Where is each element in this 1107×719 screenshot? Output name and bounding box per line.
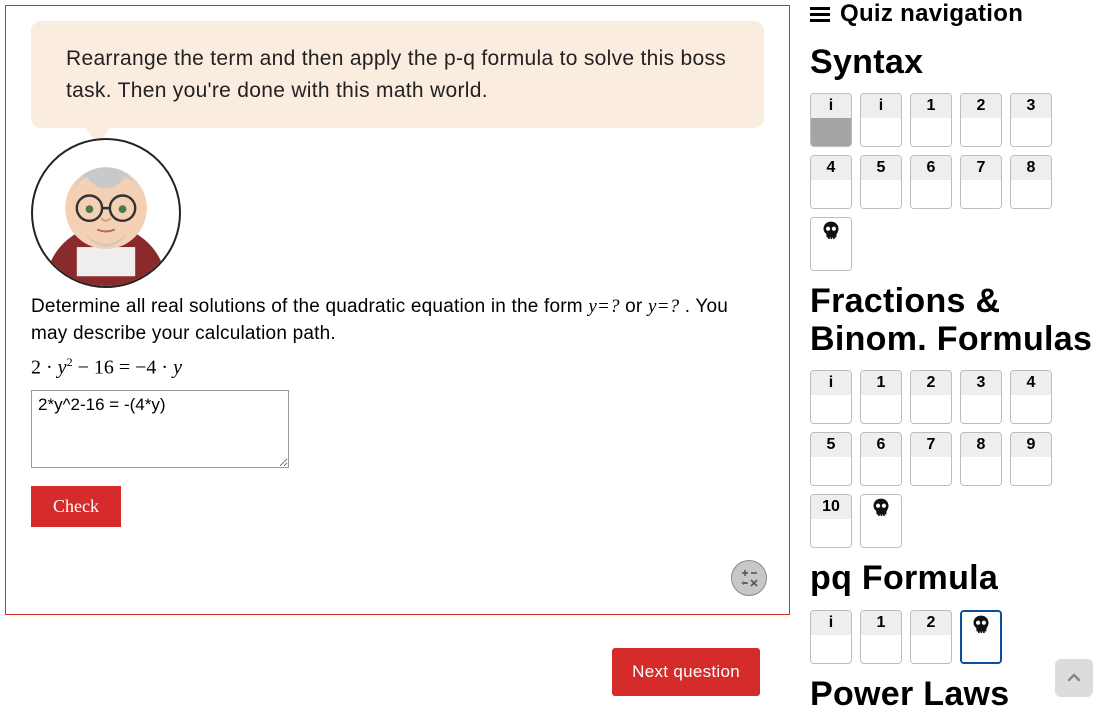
tile-label: 3 — [961, 371, 1001, 395]
chevron-up-icon — [1066, 670, 1082, 686]
nav-tile-boss[interactable] — [860, 494, 902, 548]
tile-label: 9 — [1011, 433, 1051, 457]
nav-tile[interactable]: 4 — [1010, 370, 1052, 424]
svg-text:÷: ÷ — [741, 578, 746, 588]
nav-tile-boss[interactable] — [810, 217, 852, 271]
tile-row: ii12345678 — [810, 93, 1097, 271]
nav-tile[interactable]: 2 — [910, 370, 952, 424]
tile-row: i12 — [810, 610, 1097, 664]
tile-label: 5 — [861, 156, 901, 180]
tile-label: 8 — [1011, 156, 1051, 180]
skull-icon — [811, 218, 851, 242]
nav-tile[interactable]: 7 — [960, 155, 1002, 209]
tile-label: 2 — [911, 371, 951, 395]
nav-tile[interactable]: 1 — [860, 610, 902, 664]
tile-label: 1 — [911, 94, 951, 118]
equation-display: 2 · y2 − 16 = −4 · y — [31, 355, 764, 380]
skull-icon — [861, 495, 901, 519]
skull-icon — [962, 612, 1000, 636]
question-box: Rearrange the term and then apply the p-… — [5, 5, 790, 615]
nav-tile[interactable]: i — [860, 93, 902, 147]
tile-row: i1234 56789 10 — [810, 370, 1097, 548]
tile-label: 7 — [911, 433, 951, 457]
nav-tile[interactable]: 6 — [910, 155, 952, 209]
nav-tile[interactable]: 1 — [910, 93, 952, 147]
tile-label: 3 — [1011, 94, 1051, 118]
tile-label: i — [811, 371, 851, 395]
calculator-icon: ÷ — [738, 567, 760, 589]
sidebar: Quiz navigation Syntaxii12345678Fraction… — [800, 0, 1107, 719]
next-question-button[interactable]: Next question — [612, 648, 760, 696]
section-title: Syntax — [810, 44, 1097, 81]
nav-tile[interactable]: i — [810, 610, 852, 664]
tile-label: 1 — [861, 611, 901, 635]
nav-tile[interactable]: 10 — [810, 494, 852, 548]
tile-label: i — [811, 94, 851, 118]
main-area: Rearrange the term and then apply the p-… — [0, 0, 800, 719]
answer-input[interactable] — [31, 390, 289, 468]
tile-label: 8 — [961, 433, 1001, 457]
tile-label: 5 — [811, 433, 851, 457]
nav-tile[interactable]: 2 — [960, 93, 1002, 147]
tile-label: 2 — [911, 611, 951, 635]
nav-tile[interactable]: 2 — [910, 610, 952, 664]
nav-tile[interactable]: 8 — [1010, 155, 1052, 209]
nav-tile[interactable]: 4 — [810, 155, 852, 209]
tile-label: 1 — [861, 371, 901, 395]
avatar — [31, 138, 181, 288]
nav-tile[interactable]: 3 — [960, 370, 1002, 424]
nav-tile[interactable]: 1 — [860, 370, 902, 424]
menu-icon[interactable] — [810, 4, 830, 25]
nav-tile[interactable]: i — [810, 370, 852, 424]
scroll-top-button[interactable] — [1055, 659, 1093, 697]
section-title: pq Formula — [810, 560, 1097, 597]
nav-tile[interactable]: 5 — [860, 155, 902, 209]
nav-tile[interactable]: i — [810, 93, 852, 147]
tile-label: 6 — [861, 433, 901, 457]
tile-label: i — [861, 94, 901, 118]
nav-tile[interactable]: 5 — [810, 432, 852, 486]
section-title: Power Laws — [810, 676, 1097, 713]
nav-tile[interactable]: 9 — [1010, 432, 1052, 486]
speech-bubble: Rearrange the term and then apply the p-… — [31, 21, 764, 128]
tile-label: 7 — [961, 156, 1001, 180]
section-title: Fractions & Binom. Formulas — [810, 283, 1097, 358]
tile-label: 4 — [811, 156, 851, 180]
tile-label: 4 — [1011, 371, 1051, 395]
check-button[interactable]: Check — [31, 486, 121, 527]
tile-label: 10 — [811, 495, 851, 519]
nav-tile-boss[interactable] — [960, 610, 1002, 664]
tile-label: i — [811, 611, 851, 635]
tile-label: 2 — [961, 94, 1001, 118]
speech-text: Rearrange the term and then apply the p-… — [66, 47, 726, 102]
nav-tile[interactable]: 3 — [1010, 93, 1052, 147]
calculator-button[interactable]: ÷ — [731, 560, 767, 596]
tile-label: 6 — [911, 156, 951, 180]
question-text: Determine all real solutions of the quad… — [31, 294, 764, 347]
nav-tile[interactable]: 7 — [910, 432, 952, 486]
nav-tile[interactable]: 6 — [860, 432, 902, 486]
quiz-nav-header: Quiz navigation — [810, 0, 1097, 28]
nav-tile[interactable]: 8 — [960, 432, 1002, 486]
